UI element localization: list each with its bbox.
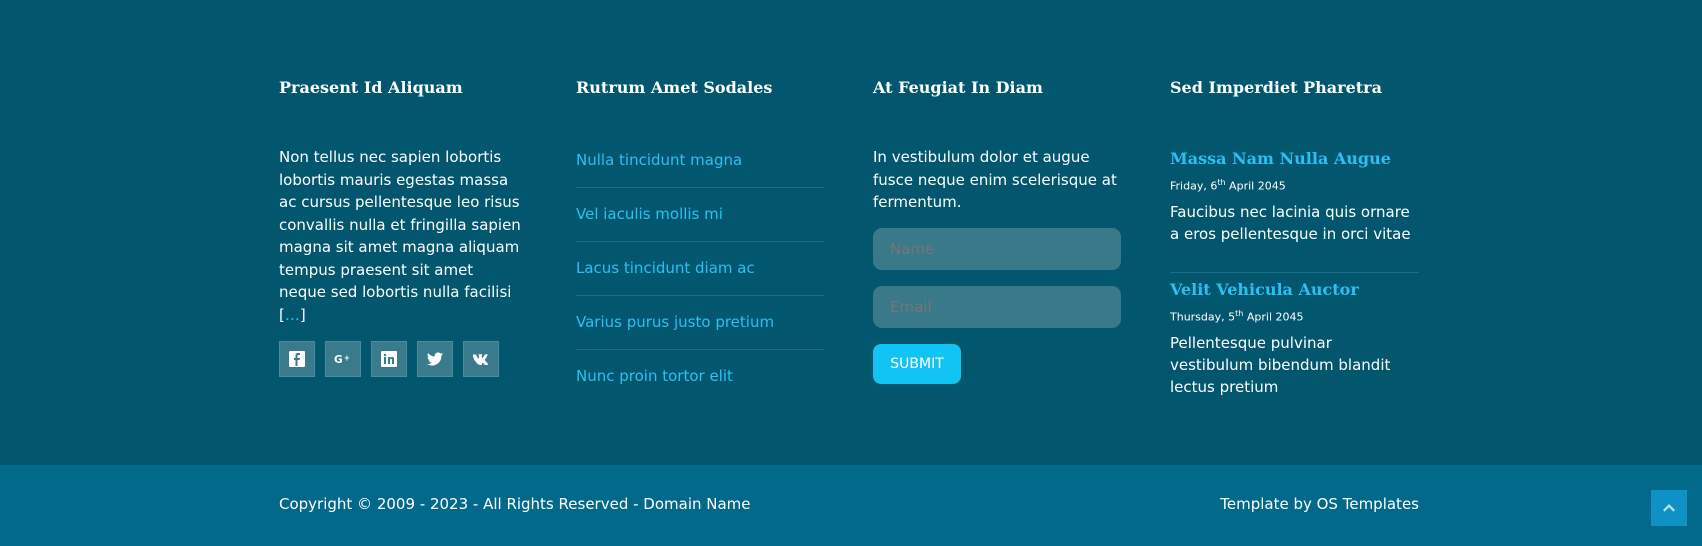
linkedin-button[interactable] (371, 341, 407, 377)
post-date-prefix: Thursday, 5 (1170, 310, 1236, 324)
copyright-bar: Copyright © 2009 - 2023 - All Rights Res… (0, 465, 1702, 546)
newsletter-column: At Feugiat In Diam In vestibulum dolor e… (873, 76, 1123, 384)
about-column: Praesent Id Aliquam Non tellus nec sapie… (279, 76, 529, 377)
post-excerpt: Faucibus nec lacinia quis ornare a eros … (1170, 203, 1411, 243)
list-item: Lacus tincidunt diam ac (576, 242, 824, 296)
about-text: Non tellus nec sapien lobortis lobortis … (279, 146, 524, 326)
svg-text:G: G (334, 354, 343, 366)
about-heading: Praesent Id Aliquam (279, 78, 463, 97)
post-excerpt: Pellentesque pulvinar vestibulum bibendu… (1170, 334, 1391, 396)
post-date: Thursday, 5th April 2045 (1170, 306, 1419, 324)
links-column: Rutrum Amet Sodales Nulla tincidunt magn… (576, 76, 826, 385)
read-more-link[interactable]: … (285, 306, 300, 324)
name-input[interactable] (873, 228, 1121, 270)
post-item: Massa Nam Nulla Augue Friday, 6th April … (1170, 144, 1419, 273)
back-to-top-button[interactable] (1651, 490, 1687, 526)
post-date-suffix: April 2045 (1243, 310, 1304, 324)
vk-icon (472, 354, 488, 366)
svg-text:+: + (344, 354, 350, 363)
twitter-icon (427, 352, 443, 366)
footer-link[interactable]: Vel iaculis mollis mi (576, 205, 723, 223)
footer-link[interactable]: Varius purus justo pretium (576, 313, 774, 331)
facebook-button[interactable] (279, 341, 315, 377)
posts-column: Sed Imperdiet Pharetra Massa Nam Nulla A… (1170, 76, 1420, 396)
footer-link[interactable]: Nulla tincidunt magna (576, 151, 742, 169)
post-date-ordinal: th (1217, 178, 1226, 187)
facebook-icon (289, 351, 305, 367)
social-links: G + (279, 341, 499, 377)
post-title-link[interactable]: Velit Vehicula Auctor (1170, 279, 1419, 301)
chevron-up-icon (1663, 504, 1675, 512)
template-credit: Template by OS Templates (1220, 495, 1419, 513)
list-item: Vel iaculis mollis mi (576, 188, 824, 242)
posts-heading: Sed Imperdiet Pharetra (1170, 78, 1382, 97)
list-item: Nunc proin tortor elit (576, 350, 824, 403)
copyright-text: Copyright © 2009 - 2023 - All Rights Res… (279, 495, 751, 513)
twitter-button[interactable] (417, 341, 453, 377)
newsletter-text: In vestibulum dolor et augue fusce neque… (873, 148, 1117, 211)
post-title-link[interactable]: Massa Nam Nulla Augue (1170, 148, 1419, 170)
google-plus-icon: G + (334, 354, 350, 366)
list-item: Nulla tincidunt magna (576, 134, 824, 188)
about-body: Non tellus nec sapien lobortis lobortis … (279, 148, 521, 301)
footer-main: Praesent Id Aliquam Non tellus nec sapie… (0, 0, 1702, 465)
footer-link[interactable]: Nunc proin tortor elit (576, 367, 733, 385)
read-more-close: ] (299, 305, 306, 324)
post-date: Friday, 6th April 2045 (1170, 175, 1419, 193)
newsletter-heading: At Feugiat In Diam (873, 78, 1043, 97)
post-item: Velit Vehicula Auctor Thursday, 5th Apri… (1170, 275, 1419, 398)
post-date-suffix: April 2045 (1225, 179, 1286, 193)
post-date-prefix: Friday, 6 (1170, 179, 1218, 193)
email-input[interactable] (873, 286, 1121, 328)
list-item: Varius purus justo pretium (576, 296, 824, 350)
link-list: Nulla tincidunt magna Vel iaculis mollis… (576, 134, 824, 403)
google-plus-button[interactable]: G + (325, 341, 361, 377)
footer-link[interactable]: Lacus tincidunt diam ac (576, 259, 755, 277)
vk-button[interactable] (463, 341, 499, 377)
links-heading: Rutrum Amet Sodales (576, 78, 773, 97)
linkedin-icon (381, 351, 397, 367)
submit-button[interactable]: SUBMIT (873, 344, 961, 384)
